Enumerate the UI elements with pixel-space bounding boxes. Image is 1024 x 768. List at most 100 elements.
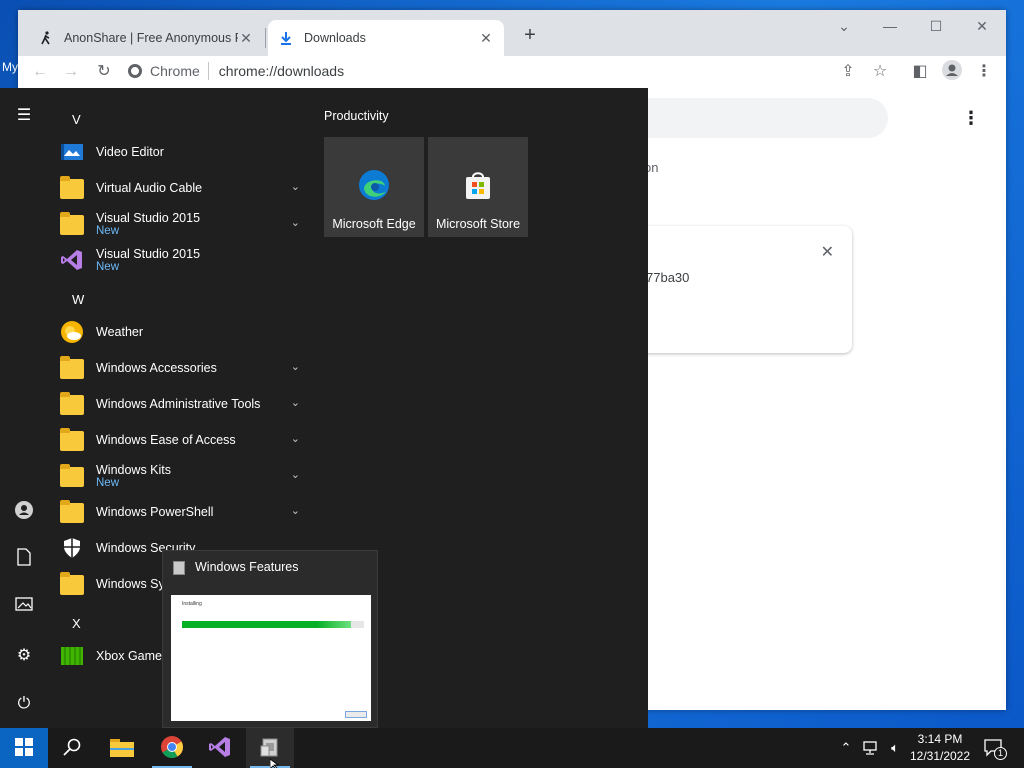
bookmark-star-icon[interactable]: ☆	[868, 60, 892, 84]
hamburger-menu-icon[interactable]: ☰	[12, 104, 36, 128]
tab-search-icon[interactable]: ⌄	[824, 14, 864, 38]
chevron-down-icon: ⌄	[290, 505, 300, 517]
app-name: Windows Kits	[96, 463, 172, 477]
app-windows-ease-of-access[interactable]: Windows Ease of Access ⌄	[60, 424, 310, 456]
download-icon	[278, 30, 294, 46]
browser-toolbar: ← → ↻ Chrome chrome://downloads ⇪ ☆ ◧ ⋮	[18, 56, 1006, 88]
app-windows-kits[interactable]: Windows Kits New ⌄	[60, 460, 310, 492]
action-center-button[interactable]: 1	[980, 728, 1010, 768]
start-button[interactable]	[0, 728, 48, 768]
tab-anonshare[interactable]: AnonShare | Free Anonymous Fil ✕	[28, 20, 264, 56]
tile-label: Microsoft Edge	[332, 217, 416, 231]
thumbnail-window-preview[interactable]: Installing	[171, 595, 371, 721]
more-actions-icon[interactable]: ⋮	[962, 108, 980, 129]
maximize-button[interactable]: ☐	[916, 14, 956, 38]
app-visual-studio-folder[interactable]: Visual Studio 2015 New ⌄	[60, 208, 310, 240]
share-icon[interactable]: ⇪	[836, 60, 860, 84]
windows-features-icon	[173, 561, 185, 575]
user-account-icon[interactable]	[12, 500, 36, 524]
store-bag-icon	[462, 169, 494, 201]
folder-icon	[60, 464, 84, 488]
close-icon[interactable]: ✕	[821, 242, 834, 262]
network-icon[interactable]	[860, 728, 882, 768]
tile-microsoft-store[interactable]: Microsoft Store	[428, 137, 528, 237]
system-clock[interactable]: 3:14 PM 12/31/2022	[904, 731, 976, 765]
visual-studio-icon	[208, 735, 232, 762]
side-panel-icon[interactable]: ◧	[908, 60, 932, 84]
close-icon[interactable]: ✕	[478, 30, 494, 47]
app-virtual-audio-cable[interactable]: Virtual Audio Cable ⌄	[60, 172, 310, 204]
visual-studio-icon	[60, 248, 84, 272]
taskbar-file-explorer[interactable]	[98, 728, 146, 768]
tab-downloads[interactable]: Downloads ✕	[268, 20, 504, 56]
chevron-down-icon: ⌄	[290, 397, 300, 409]
reload-button[interactable]: ↻	[92, 60, 116, 84]
notification-count-badge: 1	[994, 747, 1007, 760]
site-chip[interactable]: Chrome	[128, 62, 209, 80]
app-windows-administrative-tools[interactable]: Windows Administrative Tools ⌄	[60, 388, 310, 420]
search-button[interactable]	[48, 728, 96, 768]
app-video-editor[interactable]: Video Editor	[60, 136, 310, 168]
folder-icon	[60, 572, 84, 596]
clock-date: 12/31/2022	[909, 749, 971, 763]
app-name: Windows PowerShell	[96, 505, 214, 519]
folder-icon	[60, 500, 84, 524]
back-button[interactable]: ←	[28, 60, 52, 84]
folder-icon	[60, 392, 84, 416]
profile-avatar-icon[interactable]	[940, 60, 964, 84]
taskbar-thumbnail-preview[interactable]: Windows Features Installing	[162, 550, 378, 728]
app-name: Video Editor	[96, 145, 164, 159]
site-label: Chrome	[150, 63, 200, 79]
close-window-button[interactable]: ✕	[962, 14, 1002, 38]
letter-header-x[interactable]: X	[72, 616, 81, 631]
folder-icon	[60, 428, 84, 452]
app-visual-studio[interactable]: Visual Studio 2015 New	[60, 244, 310, 276]
taskbar: ⌃ 🔈︎ 3:14 PM 12/31/2022 1	[0, 728, 1024, 768]
menu-kebab-icon[interactable]: ⋮	[972, 60, 996, 84]
new-badge: New	[96, 261, 120, 273]
chevron-down-icon: ⌄	[290, 433, 300, 445]
power-icon[interactable]: ⏻	[12, 692, 36, 716]
app-windows-powershell[interactable]: Windows PowerShell ⌄	[60, 496, 310, 528]
app-windows-accessories[interactable]: Windows Accessories ⌄	[60, 352, 310, 384]
new-badge: New	[96, 477, 120, 489]
clock-time: 3:14 PM	[917, 732, 963, 746]
download-filename[interactable]: 77ba30	[646, 270, 689, 285]
edge-icon	[358, 169, 390, 201]
url-text[interactable]: chrome://downloads	[219, 63, 344, 79]
taskbar-chrome[interactable]	[148, 728, 196, 768]
letter-header-v[interactable]: V	[72, 112, 81, 127]
tab-strip: AnonShare | Free Anonymous Fil ✕ Downloa…	[18, 10, 1006, 56]
file-explorer-icon	[110, 737, 134, 760]
walker-icon	[38, 30, 54, 46]
app-name: Weather	[96, 325, 144, 339]
app-name: Virtual Audio Cable	[96, 181, 203, 195]
tile-microsoft-edge[interactable]: Microsoft Edge	[324, 137, 424, 237]
app-weather[interactable]: Weather	[60, 316, 310, 348]
documents-icon[interactable]	[12, 548, 36, 572]
pictures-icon[interactable]	[12, 596, 36, 620]
start-rail: ☰ ⚙ ⏻	[0, 88, 48, 728]
app-name: Windows Accessories	[96, 361, 217, 375]
taskbar-visual-studio[interactable]	[196, 728, 244, 768]
app-name: Visual Studio 2015	[96, 247, 201, 261]
app-name: Visual Studio 2015	[96, 211, 201, 225]
new-tab-button[interactable]: +	[518, 24, 542, 47]
settings-gear-icon[interactable]: ⚙	[12, 644, 36, 668]
minimize-button[interactable]: —	[870, 14, 910, 38]
desktop-icon-label[interactable]: My	[2, 60, 18, 74]
weather-icon	[60, 320, 84, 344]
close-icon[interactable]: ✕	[238, 30, 254, 47]
tab-label: AnonShare | Free Anonymous Fil	[64, 31, 238, 45]
shield-icon	[60, 536, 84, 560]
address-bar[interactable]: Chrome chrome://downloads	[128, 57, 888, 85]
tile-group-title[interactable]: Productivity	[324, 109, 389, 123]
volume-icon[interactable]: 🔈︎	[884, 728, 906, 768]
app-name: Windows Ease of Access	[96, 433, 236, 447]
tile-label: Microsoft Store	[435, 217, 521, 231]
forward-button[interactable]: →	[59, 60, 83, 84]
tab-label: Downloads	[304, 31, 366, 45]
letter-header-w[interactable]: W	[72, 292, 84, 307]
chevron-down-icon: ⌄	[290, 181, 300, 193]
show-hidden-icons-chevron-icon[interactable]: ⌃	[836, 728, 856, 768]
